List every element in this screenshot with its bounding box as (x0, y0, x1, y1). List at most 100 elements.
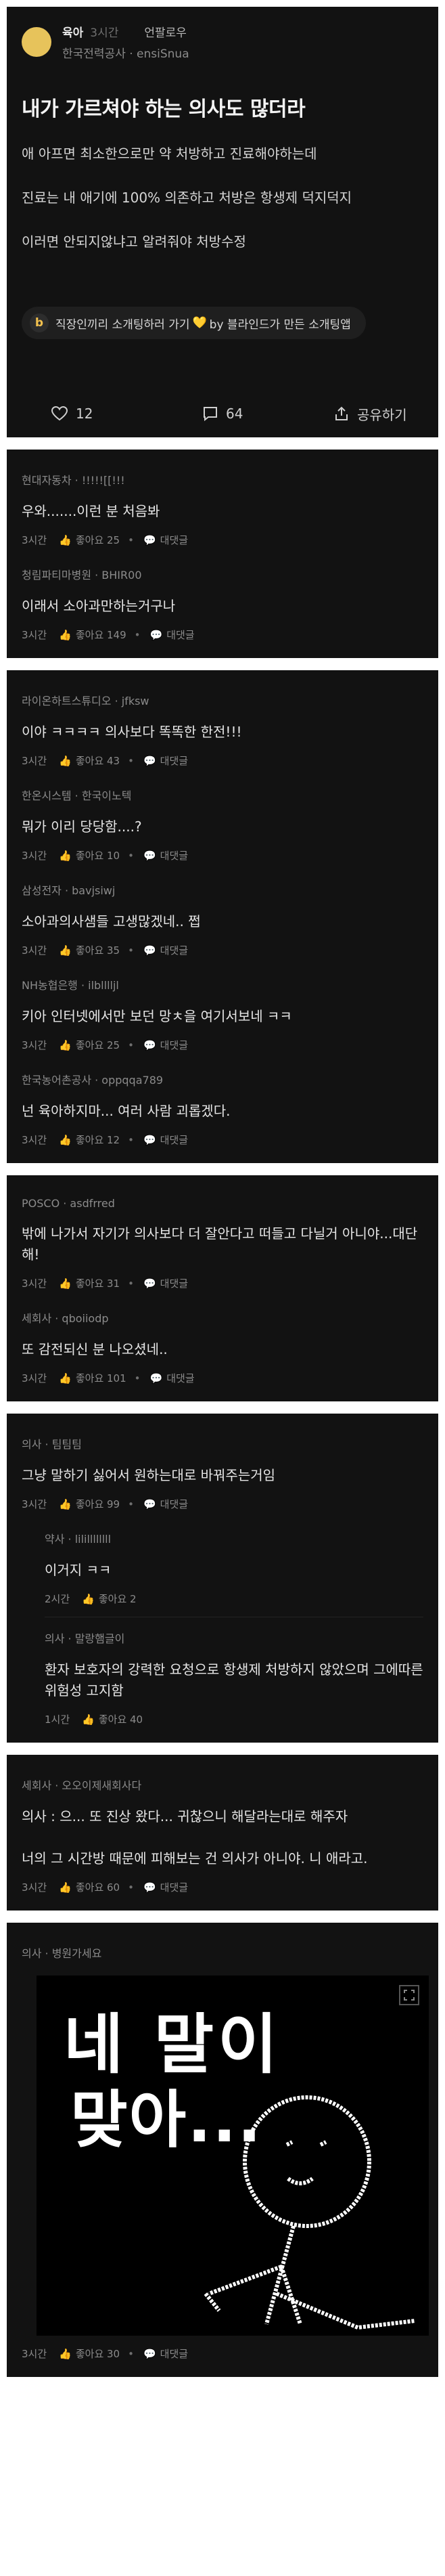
comment-footer: 3시간 👍 좋아요 25 • 💬 대댓글 (22, 1038, 423, 1052)
comment: POSCO · asdfrred 밖에 나가서 자기가 의사보다 더 잘안다고 떠… (7, 1185, 438, 1297)
comment-time: 1시간 (45, 1713, 70, 1726)
reply-button[interactable]: 대댓글 (160, 1038, 188, 1052)
comment-author[interactable]: 삼성전자 · bavjsiwj (22, 881, 423, 898)
comment-button[interactable]: 64 (203, 406, 243, 422)
footer-separator: • (134, 628, 141, 641)
thumbs-up-icon[interactable]: 👍 (59, 1498, 72, 1510)
reply-button[interactable]: 대댓글 (160, 533, 188, 547)
comment-footer: 3시간 👍 좋아요 12 • 💬 대댓글 (22, 1133, 423, 1147)
comment-like-count[interactable]: 좋아요 99 (76, 1497, 120, 1511)
reply-button[interactable]: 대댓글 (160, 2346, 188, 2361)
reply-button[interactable]: 대댓글 (160, 1497, 188, 1511)
comment-author[interactable]: 세회사 · qboiiodp (22, 1309, 423, 1326)
comment-like-count[interactable]: 좋아요 12 (76, 1133, 120, 1147)
thumbs-up-icon[interactable]: 👍 (59, 944, 72, 957)
comment-author[interactable]: 의사 · 병원가세요 (22, 1944, 423, 1961)
reply-icon[interactable]: 💬 (143, 944, 156, 957)
thumbs-up-icon[interactable]: 👍 (59, 1134, 72, 1146)
comment-author[interactable]: 현대자동차 · !!!!![[!!! (22, 471, 423, 487)
comment-author[interactable]: 의사 · 팀팀팀 (22, 1435, 423, 1451)
comment-footer: 3시간 👍 좋아요 10 • 💬 대댓글 (22, 848, 423, 863)
comment-like-count[interactable]: 좋아요 43 (76, 754, 120, 768)
comment-author[interactable]: 라이온하트스튜디오 · jfksw (22, 692, 423, 708)
comment-footer: 1시간 👍 좋아요 40 (45, 1712, 423, 1726)
comment-image[interactable]: 네 말이 맞아... (37, 1975, 429, 2336)
reply-icon[interactable]: 💬 (143, 1881, 156, 1894)
comment-group: 의사 · 팀팀팀 그냥 말하기 싫어서 원하는대로 바꿔주는거임 3시간 👍 좋아요 9… (7, 1414, 438, 1743)
reply-icon[interactable]: 💬 (143, 534, 156, 546)
reply-button[interactable]: 대댓글 (160, 1880, 188, 1894)
reply-button[interactable]: 대댓글 (160, 848, 188, 863)
post-author[interactable]: 한국전력공사 · ensiSnua (62, 44, 189, 61)
comment-author[interactable]: 의사 · 말랑햄글이 (45, 1630, 423, 1646)
reply-button[interactable]: 대댓글 (166, 1371, 194, 1385)
comment-time: 3시간 (22, 944, 47, 957)
comment-like-count[interactable]: 좋아요 30 (76, 2346, 120, 2361)
thumbs-up-icon[interactable]: 👍 (59, 755, 72, 767)
yellow-heart-icon: 💛 (192, 316, 207, 330)
comment-like-count[interactable]: 좋아요 35 (76, 943, 120, 957)
comment-author[interactable]: 세회사 · 오오이제새회사다 (22, 1776, 423, 1793)
reply-button[interactable]: 대댓글 (166, 628, 194, 642)
reply-icon[interactable]: 💬 (143, 1134, 156, 1146)
reply-icon[interactable]: 💬 (150, 1372, 163, 1384)
comment: 의사 · 병원가세요 네 말이 맞아... 3시간 👍 좋아요 30 • 💬 대댓글 (7, 1932, 438, 2367)
reply-comment: 의사 · 말랑햄글이환자 보호자의 강력한 요청으로 항생제 처방하지 않았으며… (7, 1617, 438, 1733)
thumbs-up-icon[interactable]: 👍 (59, 1278, 72, 1290)
reply-icon[interactable]: 💬 (143, 850, 156, 862)
expand-icon[interactable] (399, 1985, 419, 2005)
comment-time: 3시간 (22, 1039, 47, 1051)
share-button[interactable]: 공유하기 (334, 404, 407, 424)
footer-separator: • (128, 533, 134, 546)
comment-footer: 3시간 👍 좋아요 99 • 💬 대댓글 (22, 1497, 423, 1511)
comment: NH농협은행 · ilblllljl 키아 인터넷에서만 보던 망ㅊ을 여기서보네… (7, 964, 438, 1059)
thumbs-up-icon[interactable]: 👍 (59, 2348, 72, 2360)
post-category[interactable]: 육아 (62, 23, 83, 40)
comment-like-count[interactable]: 좋아요 149 (76, 628, 126, 642)
thumbs-up-icon[interactable]: 👍 (82, 1713, 95, 1726)
thumbs-up-icon[interactable]: 👍 (59, 534, 72, 546)
reply-icon[interactable]: 💬 (143, 1498, 156, 1510)
reply-icon[interactable]: 💬 (143, 755, 156, 767)
comment-like-count[interactable]: 좋아요 40 (99, 1712, 143, 1726)
comment-like-count[interactable]: 좋아요 25 (76, 1038, 120, 1052)
comment-like-count[interactable]: 좋아요 60 (76, 1880, 120, 1894)
footer-separator: • (128, 2347, 134, 2360)
comment-author[interactable]: NH농협은행 · ilblllljl (22, 976, 423, 992)
comment-text: 또 감전되신 분 나오셨네.. (22, 1341, 168, 1357)
category-avatar[interactable] (22, 27, 51, 57)
comment-like-count[interactable]: 좋아요 2 (99, 1592, 137, 1606)
promo-banner[interactable]: b 직장인끼리 소개팅하러 가기 💛 by 블라인드가 만든 소개팅앱 (22, 307, 366, 339)
comment-author[interactable]: 한온시스템 · 한국이노텍 (22, 787, 423, 803)
comment-author[interactable]: 한국농어촌공사 · oppqqa789 (22, 1071, 423, 1087)
comment-like-count[interactable]: 좋아요 25 (76, 533, 120, 547)
comment-text: 환자 보호자의 강력한 요청으로 항생제 처방하지 않았으며 그에따른 위험성 … (45, 1661, 423, 1699)
reply-button[interactable]: 대댓글 (160, 754, 188, 768)
comment-text: 키아 인터넷에서만 보던 망ㅊ을 여기서보네 ㅋㅋ (22, 1008, 292, 1024)
reply-button[interactable]: 대댓글 (160, 1133, 188, 1147)
comment-author[interactable]: 청림파티마병원 · BHIR00 (22, 566, 423, 582)
comment-footer: 3시간 👍 좋아요 149 • 💬 대댓글 (22, 628, 423, 642)
thumbs-up-icon[interactable]: 👍 (59, 1881, 72, 1894)
like-button[interactable]: 12 (51, 406, 93, 422)
reply-icon[interactable]: 💬 (150, 629, 163, 641)
promo-text-suffix: by 블라인드가 만든 소개팅앱 (209, 318, 351, 332)
reply-button[interactable]: 대댓글 (160, 943, 188, 957)
comment-like-count[interactable]: 좋아요 10 (76, 848, 120, 863)
reply-icon[interactable]: 💬 (143, 2348, 156, 2360)
reply-icon[interactable]: 💬 (143, 1039, 156, 1051)
unfollow-button[interactable]: 언팔로우 (144, 23, 187, 40)
reply-button[interactable]: 대댓글 (160, 1276, 188, 1290)
comment-like-count[interactable]: 좋아요 101 (76, 1371, 126, 1385)
comment-like-count[interactable]: 좋아요 31 (76, 1276, 120, 1290)
comment-author[interactable]: 약사 · lilillllllll (45, 1530, 423, 1546)
thumbs-up-icon[interactable]: 👍 (59, 1039, 72, 1051)
post-body-line: 애 아프면 최소한으로만 약 처방하고 진료해야하는데 (22, 146, 317, 162)
thumbs-up-icon[interactable]: 👍 (59, 850, 72, 862)
comment-author[interactable]: POSCO · asdfrred (22, 1197, 423, 1210)
comment-footer: 3시간 👍 좋아요 25 • 💬 대댓글 (22, 533, 423, 547)
reply-icon[interactable]: 💬 (143, 1278, 156, 1290)
thumbs-up-icon[interactable]: 👍 (59, 629, 72, 641)
thumbs-up-icon[interactable]: 👍 (82, 1593, 95, 1605)
thumbs-up-icon[interactable]: 👍 (59, 1372, 72, 1384)
